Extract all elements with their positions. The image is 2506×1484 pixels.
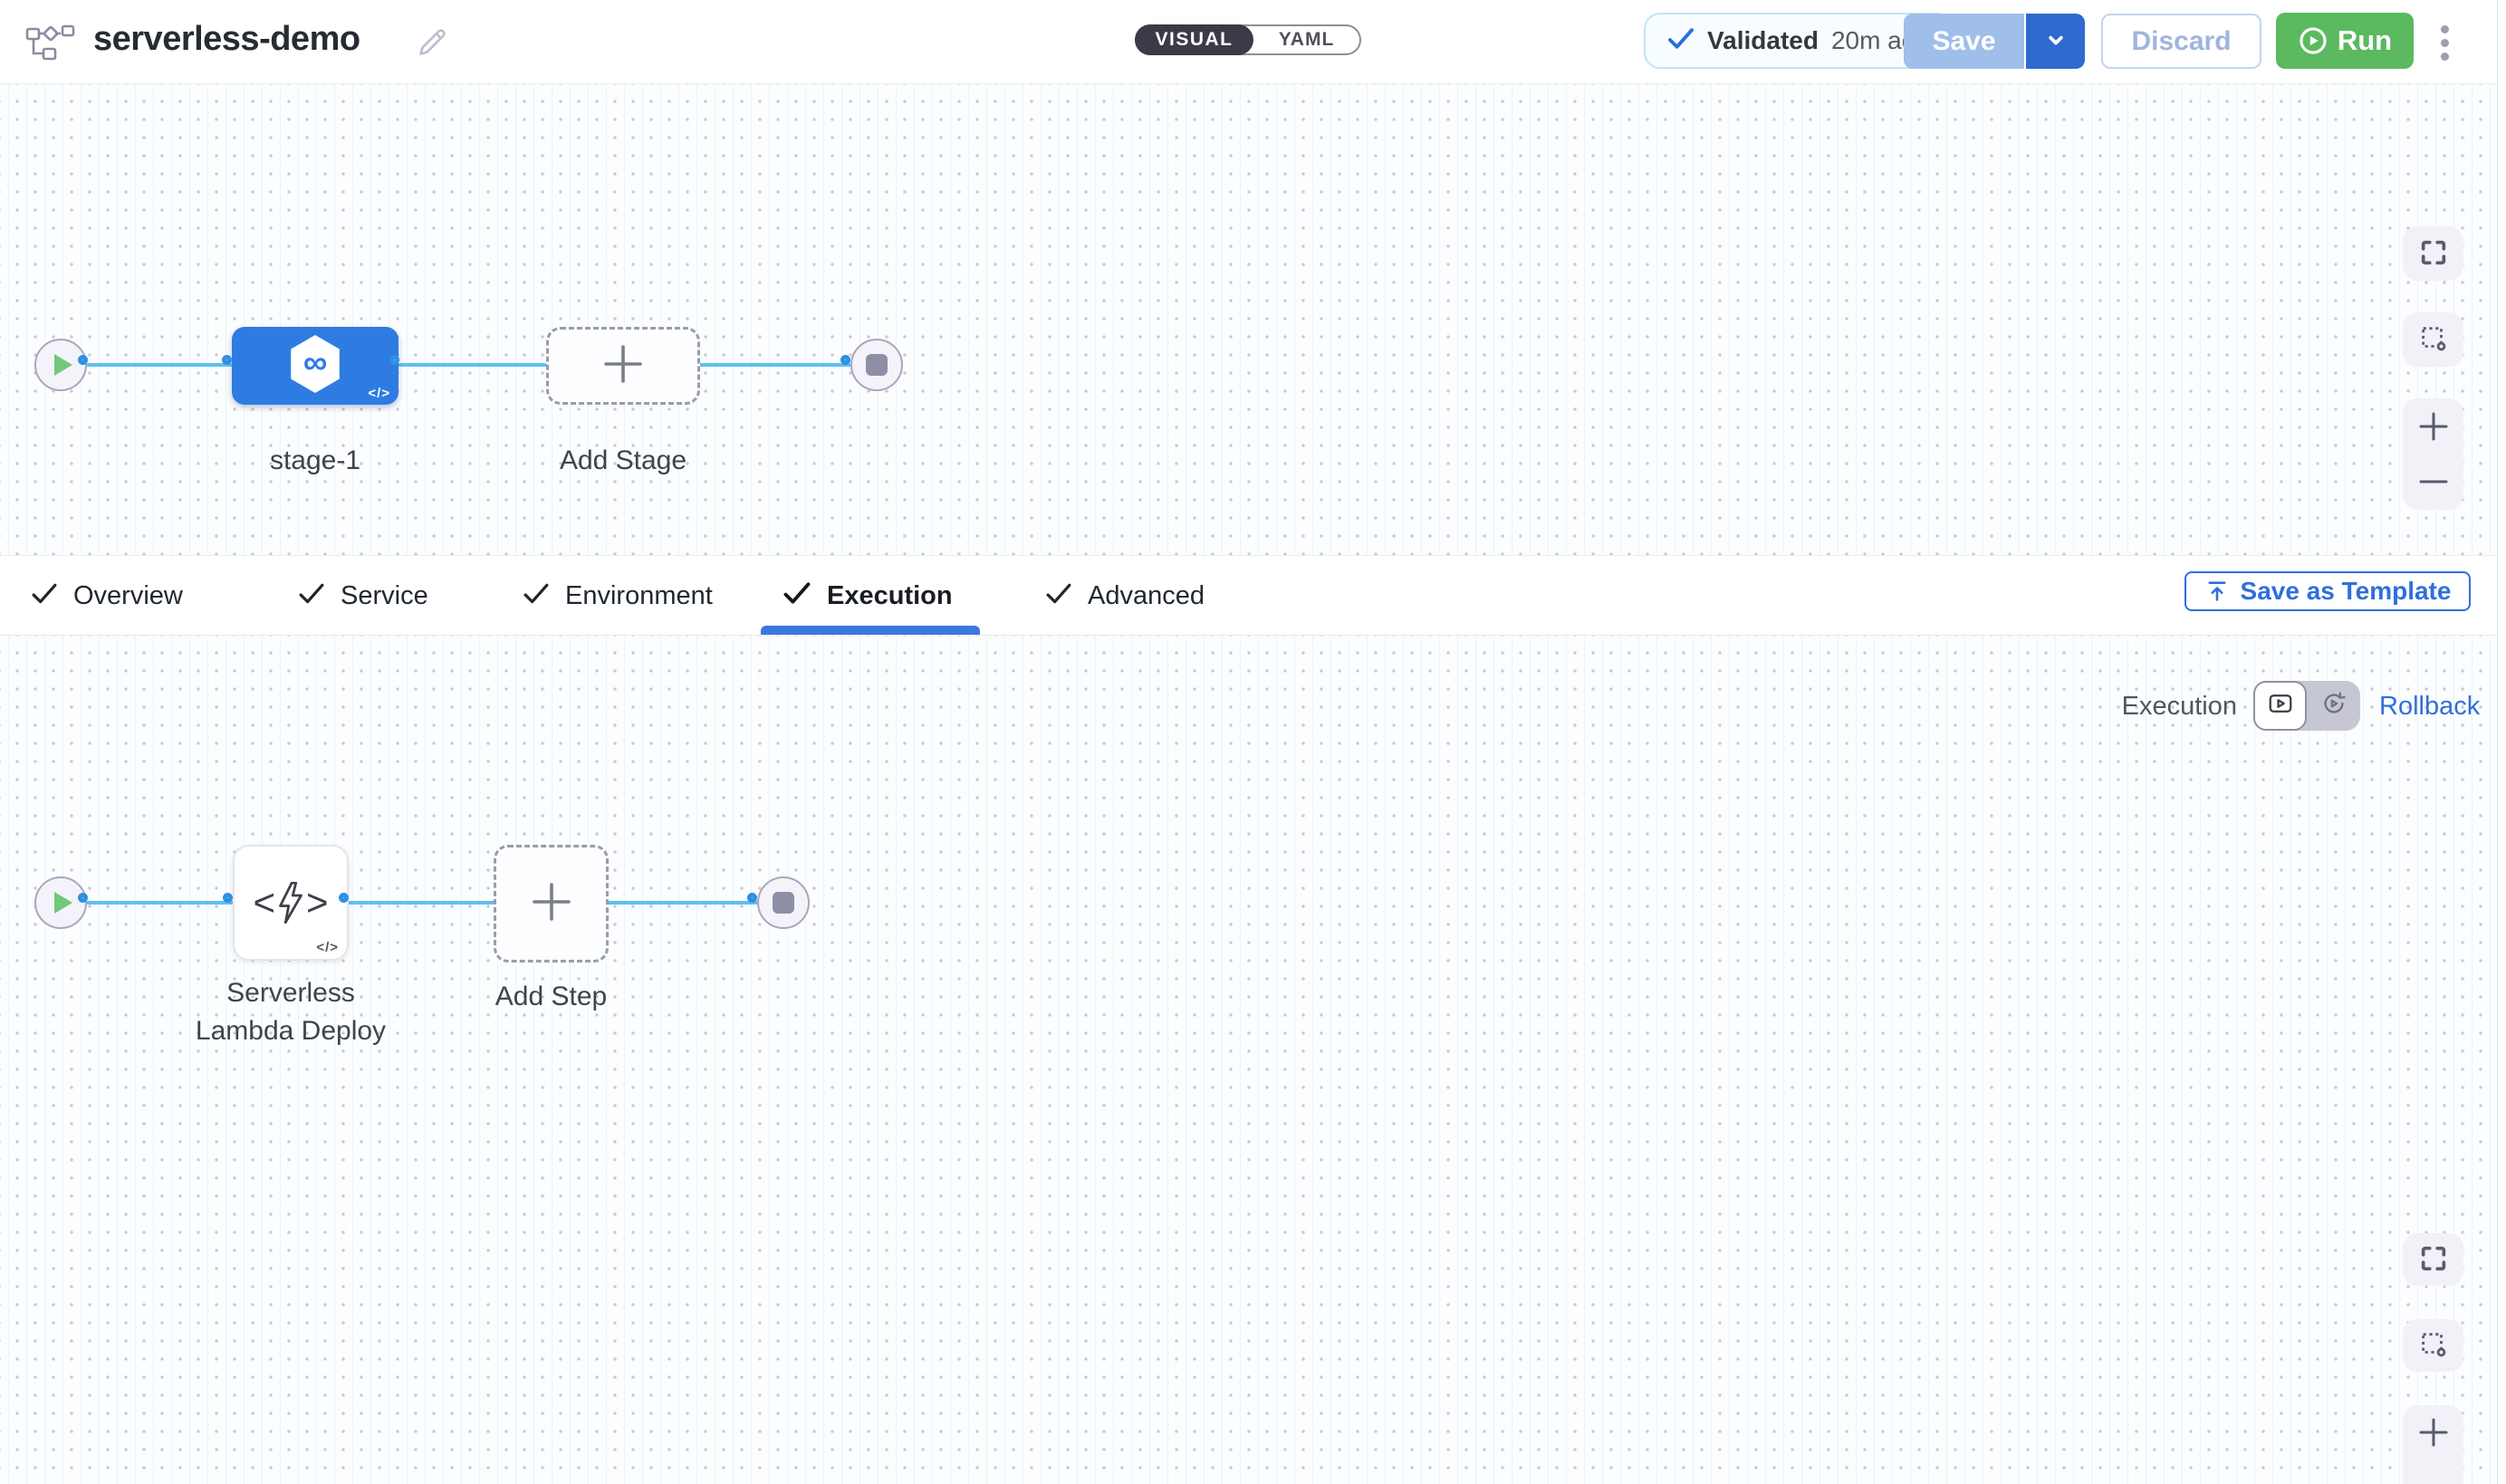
rollback-mode-segment[interactable] — [2307, 681, 2360, 731]
connector-dot — [389, 355, 399, 365]
run-label: Run — [2338, 24, 2392, 57]
stage-deploy-icon: ∞ — [287, 333, 343, 399]
pipeline-start-node — [34, 339, 87, 391]
execution-start-node — [34, 876, 87, 929]
save-template-icon — [2204, 579, 2230, 604]
serverless-lambda-icon: < > — [253, 882, 328, 924]
plus-icon — [531, 881, 572, 927]
start-play-icon — [54, 892, 72, 914]
zoom-in-button[interactable] — [2403, 398, 2463, 455]
check-icon — [32, 583, 57, 609]
step-code-badge-icon: </> — [316, 940, 339, 955]
zoom-in-button[interactable] — [2403, 1405, 2463, 1460]
stage-tabbar: Overview Service Environment Execution A… — [0, 555, 2506, 636]
active-tab-underline — [761, 626, 980, 635]
tab-execution[interactable]: Execution — [783, 556, 953, 636]
visual-yaml-toggle: VISUAL YAML — [1135, 24, 1361, 55]
zoom-out-button[interactable] — [2403, 455, 2463, 511]
scrollbar-gutter — [2497, 0, 2506, 1484]
check-icon — [783, 582, 811, 609]
save-button[interactable]: Save — [1904, 14, 2024, 69]
add-step-label: Add Step — [494, 978, 609, 1016]
connector-dot — [78, 355, 88, 365]
stop-icon — [866, 354, 888, 376]
check-icon — [523, 583, 549, 609]
add-step-button[interactable] — [494, 845, 609, 962]
add-stage-label: Add Stage — [546, 442, 700, 480]
stage-edge-line — [87, 363, 850, 367]
discard-button[interactable]: Discard — [2101, 14, 2261, 69]
validated-status: Validated — [1707, 26, 1819, 55]
pipeline-icon — [25, 24, 76, 65]
connector-dot — [339, 893, 349, 903]
rollback-icon — [2320, 690, 2348, 722]
add-stage-button[interactable] — [546, 327, 700, 405]
check-icon — [299, 583, 324, 609]
fullscreen-button[interactable] — [2403, 1233, 2463, 1286]
rollback-link[interactable]: Rollback — [2379, 692, 2480, 722]
tab-environment[interactable]: Environment — [523, 556, 713, 636]
zoom-out-button[interactable] — [2403, 1460, 2463, 1484]
more-options-button[interactable] — [2429, 19, 2460, 66]
zoom-controls — [2403, 1405, 2463, 1484]
page-title: serverless-demo — [93, 20, 360, 59]
pipeline-end-node — [850, 339, 903, 391]
stage-code-badge-icon: </> — [368, 386, 390, 401]
execution-preview-icon — [2267, 690, 2294, 722]
stage-canvas[interactable]: ∞ </> stage-1 Add Stage — [0, 84, 2506, 555]
execution-mode-label: Execution — [2110, 692, 2237, 722]
save-dropdown-button[interactable] — [2024, 14, 2085, 69]
kebab-icon — [2441, 25, 2449, 34]
run-play-icon — [2298, 25, 2328, 56]
edit-title-button[interactable] — [412, 24, 452, 63]
zoom-controls — [2403, 398, 2463, 510]
selection-button[interactable] — [2403, 1319, 2463, 1372]
toggle-yaml[interactable]: YAML — [1253, 26, 1359, 53]
stop-icon — [773, 892, 794, 914]
svg-text:∞: ∞ — [303, 342, 327, 380]
tab-service[interactable]: Service — [299, 556, 428, 636]
stage-node[interactable]: ∞ </> — [232, 327, 398, 405]
run-button[interactable]: Run — [2276, 13, 2414, 69]
step-edge-line — [87, 901, 757, 905]
check-icon — [1667, 28, 1695, 54]
start-play-icon — [54, 354, 72, 376]
check-icon — [1046, 583, 1071, 609]
fullscreen-icon — [2418, 1243, 2449, 1277]
connector-dot — [78, 893, 88, 903]
stage-name-label: stage-1 — [232, 442, 398, 480]
execution-canvas[interactable]: Execution Rollback < — [0, 636, 2506, 1484]
fullscreen-button[interactable] — [2403, 226, 2463, 281]
connector-dot — [222, 355, 232, 365]
serverless-step-node[interactable]: < > </> — [233, 845, 349, 961]
save-as-template-button[interactable]: Save as Template — [2184, 571, 2471, 611]
step-name-label: Serverless Lambda Deploy — [191, 974, 390, 1050]
plus-icon — [602, 343, 644, 389]
marquee-select-icon — [2418, 1329, 2449, 1363]
fullscreen-icon — [2418, 237, 2449, 271]
tab-advanced[interactable]: Advanced — [1046, 556, 1205, 636]
marquee-select-icon — [2418, 323, 2449, 357]
header: serverless-demo VISUAL YAML Validated 20… — [0, 0, 2506, 84]
tab-overview[interactable]: Overview — [32, 556, 183, 636]
connector-dot — [747, 893, 757, 903]
save-split-button: Save — [1904, 14, 2085, 69]
connector-dot — [840, 355, 850, 365]
execution-rollback-toggle — [2253, 681, 2360, 731]
execution-end-node — [757, 876, 810, 929]
selection-button[interactable] — [2403, 312, 2463, 367]
connector-dot — [223, 893, 233, 903]
chevron-down-icon — [2043, 27, 2069, 55]
toggle-visual[interactable]: VISUAL — [1135, 24, 1253, 55]
execution-mode-segment[interactable] — [2253, 681, 2307, 731]
pencil-icon — [414, 50, 450, 63]
